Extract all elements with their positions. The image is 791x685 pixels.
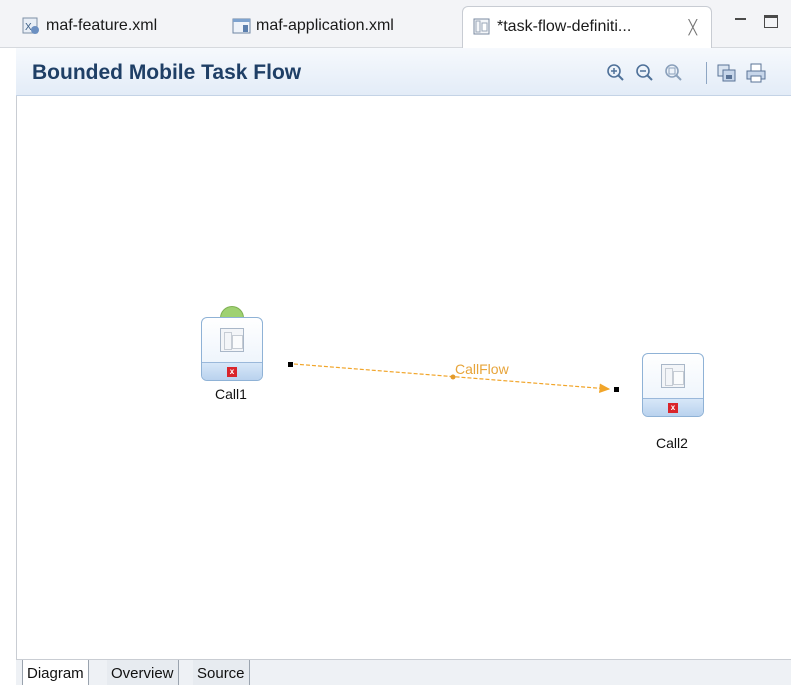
editor-tab-bar: X maf-feature.xml maf-application.xml *t… [0,0,791,49]
print-icon[interactable] [746,63,766,83]
tab-task-flow-definition[interactable]: *task-flow-definiti... ╳ [462,6,712,49]
zoom-fit-icon[interactable] [664,63,684,83]
minimize-icon[interactable] [733,13,749,27]
save-image-icon[interactable] [717,63,737,83]
close-tab-icon[interactable]: ╳ [689,19,697,36]
task-flow-call-node[interactable]: x [642,353,704,417]
error-icon: x [227,367,237,377]
editor-bottom-tabs: Diagram Overview Source [16,659,791,685]
edge-source-handle[interactable] [288,362,293,367]
diagram-canvas[interactable]: x Call1 x Call2 CallFlow [16,96,791,659]
maximize-icon[interactable] [764,15,778,28]
node-label[interactable]: Call1 [215,386,247,402]
tab-source[interactable]: Source [193,660,250,685]
edge-label[interactable]: CallFlow [455,361,509,377]
edge-target-handle[interactable] [614,387,619,392]
tab-overview[interactable]: Overview [107,660,179,685]
task-flow-call-icon [220,328,244,352]
task-flow-call-icon [661,364,685,388]
tab-diagram[interactable]: Diagram [22,660,89,685]
tab-maf-application[interactable]: maf-application.xml [232,8,394,48]
svg-text:X: X [25,22,32,33]
toolbar-separator [706,62,707,84]
tab-label: maf-feature.xml [46,17,158,34]
tab-maf-feature[interactable]: X maf-feature.xml [22,8,157,48]
tab-label: *task-flow-definiti... [497,18,632,35]
xml-application-icon [232,17,251,35]
page-title: Bounded Mobile Task Flow [32,61,302,84]
node-label[interactable]: Call2 [656,435,688,451]
error-icon: x [668,403,678,413]
zoom-out-icon[interactable] [635,63,655,83]
editor-header: Bounded Mobile Task Flow [16,48,791,96]
task-flow-icon [473,18,491,36]
tab-label: maf-application.xml [256,17,394,34]
task-flow-call-node[interactable]: x [201,317,263,381]
xml-feature-icon: X [22,17,40,35]
zoom-in-icon[interactable] [606,63,626,83]
